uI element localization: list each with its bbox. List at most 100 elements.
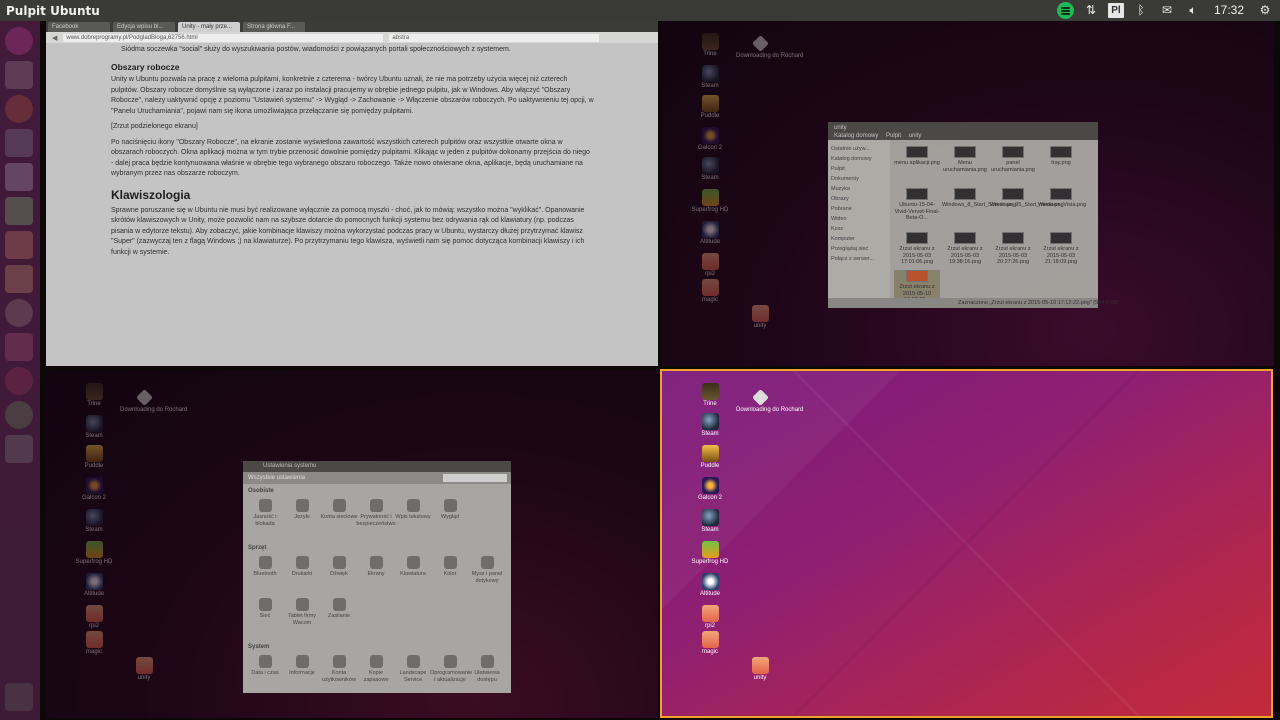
desktop-icon-trine[interactable]: Trine <box>686 33 734 58</box>
desktop-icon-puddle[interactable]: Puddle <box>686 95 734 120</box>
settings-item[interactable]: Data i czas <box>245 655 285 677</box>
volume-icon[interactable]: 🔈︎ <box>1184 0 1202 21</box>
spotify-icon[interactable] <box>1056 2 1074 19</box>
desktop-icon-steam-2[interactable]: Steam <box>70 509 118 534</box>
tab-edycja[interactable]: Edycja wpisu bl... <box>113 22 175 32</box>
back-icon[interactable]: ◀ <box>52 34 57 42</box>
dash-icon[interactable] <box>5 27 33 55</box>
desktop-icon-superfrog[interactable]: Superfrog HD <box>686 189 734 214</box>
file-item[interactable]: Zrzut ekranu z 2015-05-03 21:18:09.png <box>1038 232 1084 266</box>
settings-item[interactable]: Klawiatura <box>393 556 433 578</box>
settings-item[interactable]: Konta sieciowe <box>319 499 359 521</box>
file-item[interactable]: Ubuntu-15-04-Vivid-Vervet-Final-Beta-O..… <box>894 188 940 222</box>
document-icon[interactable] <box>5 163 33 191</box>
workspace-switcher-icon[interactable] <box>5 435 33 463</box>
settings-item[interactable]: Jasność i blokada <box>245 499 285 527</box>
desktop-icon-unity[interactable]: unity <box>736 657 784 682</box>
desktop-icon-unity[interactable]: unity <box>736 305 784 330</box>
desktop-icon-steam[interactable]: Steam <box>70 415 118 440</box>
desktop-icon-galcon[interactable]: Galcon 2 <box>686 127 734 152</box>
desktop-icon-magic[interactable]: magic <box>686 279 734 304</box>
file-item[interactable]: panel uruchamiania.png <box>990 146 1036 173</box>
desktop-icon-trine[interactable]: Trine <box>70 383 118 408</box>
settings-item[interactable]: Sieć <box>245 598 285 620</box>
desktop-icon-superfrog[interactable]: Superfrog HD <box>686 541 734 566</box>
file-item[interactable]: Windows_8_Start_Screen.png <box>942 188 1016 209</box>
sidebar-item[interactable]: Przeglądaj sieć <box>831 244 887 254</box>
search-field[interactable]: abstra <box>389 33 600 42</box>
desktop-icon-trine[interactable]: Trine <box>686 383 734 408</box>
sidebar-item[interactable]: Muzyka <box>831 184 887 194</box>
desktop-icon-galcon[interactable]: Galcon 2 <box>686 477 734 502</box>
desktop-icon-rochard[interactable]: Downloading do Rochard <box>120 389 187 414</box>
desktop-icon-rpi2[interactable]: rpi2 <box>70 605 118 630</box>
mail-icon[interactable]: ✉ <box>1158 0 1176 21</box>
settings-item[interactable]: Zasilanie <box>319 598 359 620</box>
path-segment[interactable]: unity <box>909 133 922 139</box>
bluetooth-icon[interactable]: ᛒ <box>1132 0 1150 21</box>
desktop-icon-galcon[interactable]: Galcon 2 <box>70 477 118 502</box>
sidebar-item[interactable]: Ostatnio używ... <box>831 144 887 154</box>
workspace-1[interactable]: Facebook Edycja wpisu bl... Unity - mały… <box>46 21 658 366</box>
desktop-icon-steam[interactable]: Steam <box>686 65 734 90</box>
sidebar-item[interactable]: Dokumenty <box>831 174 887 184</box>
files-icon[interactable] <box>5 61 33 89</box>
desktop-icon-superfrog[interactable]: Superfrog HD <box>70 541 118 566</box>
settings-item[interactable]: Landscape Service <box>393 655 433 683</box>
presentation-icon[interactable] <box>5 231 33 259</box>
settings-item[interactable]: Bluetooth <box>245 556 285 578</box>
settings-item[interactable]: Dźwięk <box>319 556 359 578</box>
desktop-icon-steam[interactable]: Steam <box>686 413 734 438</box>
spreadsheet-icon[interactable] <box>5 197 33 225</box>
settings-item[interactable]: Ekrany <box>356 556 396 578</box>
settings-item[interactable]: Wygląd <box>430 499 470 521</box>
settings-item[interactable]: Drukarki <box>282 556 322 578</box>
tab-facebook[interactable]: Facebook <box>48 22 110 32</box>
file-item[interactable]: tray.png <box>1038 146 1084 167</box>
desktop-icon-altitude[interactable]: Altitude <box>686 573 734 598</box>
software-icon[interactable] <box>5 333 33 361</box>
terminal-icon[interactable] <box>5 129 33 157</box>
desktop-icon-altitude[interactable]: Altitude <box>686 221 734 246</box>
tab-unity[interactable]: Unity - mały prze... <box>178 22 240 32</box>
settings-icon[interactable] <box>5 299 33 327</box>
path-segment[interactable]: Katalog domowy <box>834 133 878 139</box>
desktop-icon-magic[interactable]: magic <box>70 631 118 656</box>
sidebar-item[interactable]: Pobrane <box>831 204 887 214</box>
tab-strona[interactable]: Strona główna F... <box>243 22 305 32</box>
settings-item[interactable]: Języki <box>282 499 322 521</box>
file-item[interactable]: Menu uruchamiania.png <box>942 146 988 173</box>
browser-window[interactable]: Facebook Edycja wpisu bl... Unity - mały… <box>46 21 658 366</box>
settings-search-input[interactable] <box>443 474 507 482</box>
path-segment[interactable]: Pulpit <box>886 133 901 139</box>
settings-item[interactable]: Tablet firmy Wacom <box>282 598 322 626</box>
sidebar-item[interactable]: Katalog domowy <box>831 154 887 164</box>
desktop-icon-magic[interactable]: magic <box>686 631 734 656</box>
settings-item[interactable]: Konta użytkowników <box>319 655 359 683</box>
all-settings-button[interactable]: Wszystkie ustawienia <box>248 475 305 481</box>
workspace-4-active[interactable]: Trine Downloading do Rochard Steam Puddl… <box>660 369 1273 718</box>
desktop-icon-steam-2[interactable]: Steam <box>686 509 734 534</box>
desktop-icon-puddle[interactable]: Puddle <box>70 445 118 470</box>
file-manager-window[interactable]: unity Katalog domowy Pulpit unity Ostatn… <box>828 122 1119 308</box>
font-icon[interactable] <box>5 265 33 293</box>
keyboard-icon[interactable]: Pl <box>1107 3 1124 18</box>
desktop-icon-rpi2[interactable]: rpi2 <box>686 605 734 630</box>
file-item[interactable]: Zrzut ekranu z 2015-05-03 20:27:26.png <box>990 232 1036 266</box>
clock[interactable]: 17:32 <box>1210 0 1248 21</box>
spotify-icon[interactable] <box>5 401 33 429</box>
browser-icon[interactable] <box>5 95 33 123</box>
gear-icon[interactable]: ⚙ <box>1256 0 1274 21</box>
settings-item[interactable]: Ułatwienia dostępu <box>467 655 507 683</box>
settings-item[interactable]: Prywatność i bezpieczeństwo <box>356 499 396 527</box>
file-item[interactable]: Zrzut ekranu z 2015-05-03 19:38:16.png <box>942 232 988 266</box>
file-item[interactable]: Windows_Vista.png <box>1038 188 1086 209</box>
music-icon[interactable] <box>5 367 33 395</box>
settings-item[interactable]: Oprogramowanie i aktualizacje <box>430 655 472 683</box>
settings-item[interactable]: Mysz i panel dotykowy <box>467 556 507 584</box>
desktop-icon-rochard[interactable]: Downloading do Rochard <box>736 389 803 414</box>
system-settings-window[interactable]: Ustawienia systemu Wszystkie ustawienia … <box>243 461 511 693</box>
desktop-icon-rpi2[interactable]: rpi2 <box>686 253 734 278</box>
desktop-icon-puddle[interactable]: Puddle <box>686 445 734 470</box>
sidebar-item[interactable]: Wideo <box>831 214 887 224</box>
